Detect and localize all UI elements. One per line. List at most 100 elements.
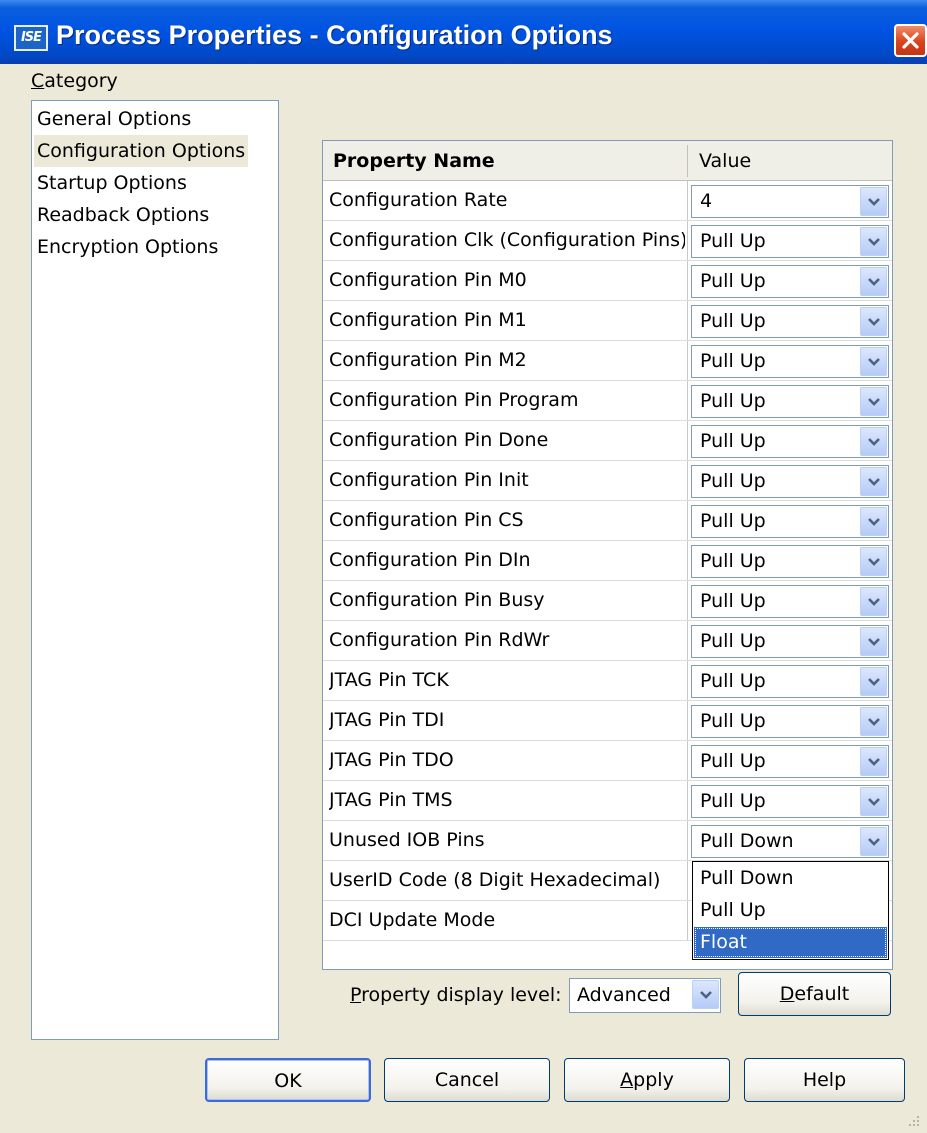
table-row[interactable]: JTAG Pin TCK Pull Up bbox=[323, 661, 892, 701]
window-title: Process Properties - Configuration Optio… bbox=[56, 20, 613, 50]
display-level-label-accel: P bbox=[350, 984, 362, 1006]
property-value-select[interactable]: Pull Up bbox=[691, 345, 889, 378]
ok-button[interactable]: OK bbox=[205, 1058, 371, 1102]
value-dropdown-button[interactable] bbox=[860, 187, 887, 216]
cancel-button[interactable]: Cancel bbox=[384, 1058, 550, 1102]
category-list[interactable]: General Options Configuration Options St… bbox=[31, 100, 279, 1040]
value-dropdown-button[interactable] bbox=[860, 267, 887, 296]
column-divider bbox=[687, 581, 688, 620]
value-dropdown-button[interactable] bbox=[860, 547, 887, 576]
column-header-property-name[interactable]: Property Name bbox=[333, 150, 495, 172]
value-dropdown-button[interactable] bbox=[860, 667, 887, 696]
display-level-dropdown-button[interactable] bbox=[692, 980, 719, 1009]
property-name: JTAG Pin TDI bbox=[329, 709, 445, 731]
column-divider bbox=[687, 461, 688, 500]
property-grid[interactable]: Property Name Value Configuration Rate 4 C… bbox=[322, 140, 893, 970]
value-dropdown-list[interactable]: Pull Down Pull Up Float bbox=[692, 861, 889, 960]
property-value: Pull Up bbox=[700, 230, 766, 252]
property-value-select[interactable]: Pull Up bbox=[691, 305, 889, 338]
chevron-down-icon bbox=[868, 278, 880, 286]
dropdown-option-float[interactable]: Float bbox=[694, 927, 887, 958]
value-dropdown-button[interactable] bbox=[860, 747, 887, 776]
property-name: UserID Code (8 Digit Hexadecimal) bbox=[329, 869, 661, 891]
category-item-configuration[interactable]: Configuration Options bbox=[34, 135, 249, 167]
table-row[interactable]: Configuration Rate 4 bbox=[323, 181, 892, 221]
value-dropdown-button[interactable] bbox=[860, 507, 887, 536]
table-row[interactable]: Configuration Clk (Configuration Pins) Pu… bbox=[323, 221, 892, 261]
value-dropdown-button[interactable] bbox=[860, 467, 887, 496]
property-value-select[interactable]: Pull Up bbox=[691, 465, 889, 498]
apply-button-accel: A bbox=[620, 1069, 634, 1091]
property-value-select[interactable]: Pull Up bbox=[691, 625, 889, 658]
property-value-select[interactable]: Pull Up bbox=[691, 225, 889, 258]
category-label-rest: ategory bbox=[44, 70, 118, 92]
value-dropdown-button[interactable] bbox=[860, 427, 887, 456]
property-name: Configuration Clk (Configuration Pins) bbox=[329, 229, 685, 251]
display-level-select[interactable]: Advanced bbox=[569, 978, 721, 1013]
table-row[interactable]: Configuration Pin RdWr Pull Up bbox=[323, 621, 892, 661]
value-dropdown-button[interactable] bbox=[860, 787, 887, 816]
column-divider bbox=[687, 781, 688, 820]
table-row[interactable]: Unused IOB Pins Pull Down bbox=[323, 821, 892, 861]
chevron-down-icon bbox=[868, 678, 880, 686]
property-value-select[interactable]: Pull Up bbox=[691, 265, 889, 298]
table-row[interactable]: Configuration Pin Busy Pull Up bbox=[323, 581, 892, 621]
table-row[interactable]: Configuration Pin M1 Pull Up bbox=[323, 301, 892, 341]
property-value-select[interactable]: Pull Up bbox=[691, 585, 889, 618]
property-value-select[interactable]: Pull Up bbox=[691, 665, 889, 698]
category-item-startup[interactable]: Startup Options bbox=[34, 167, 190, 199]
column-divider[interactable] bbox=[687, 145, 688, 177]
column-divider bbox=[687, 421, 688, 460]
value-dropdown-button[interactable] bbox=[860, 827, 887, 856]
value-dropdown-button[interactable] bbox=[860, 307, 887, 336]
property-value: Pull Up bbox=[700, 630, 766, 652]
property-value-select[interactable]: Pull Up bbox=[691, 385, 889, 418]
property-value: Pull Up bbox=[700, 750, 766, 772]
property-name: JTAG Pin TCK bbox=[329, 669, 449, 691]
table-row[interactable]: Configuration Pin M0 Pull Up bbox=[323, 261, 892, 301]
property-value-select[interactable]: Pull Up bbox=[691, 505, 889, 538]
value-dropdown-button[interactable] bbox=[860, 387, 887, 416]
dropdown-option-pull-up[interactable]: Pull Up bbox=[694, 895, 887, 926]
column-header-value[interactable]: Value bbox=[699, 150, 751, 172]
property-name: Configuration Pin Busy bbox=[329, 589, 545, 611]
property-name: Configuration Pin M2 bbox=[329, 349, 527, 371]
property-value-select[interactable]: Pull Up bbox=[691, 545, 889, 578]
property-value-select[interactable]: Pull Up bbox=[691, 745, 889, 778]
chevron-down-icon bbox=[868, 358, 880, 366]
property-value: Pull Down bbox=[700, 830, 794, 852]
table-row[interactable]: Configuration Pin DIn Pull Up bbox=[323, 541, 892, 581]
property-value-select[interactable]: 4 bbox=[691, 185, 889, 218]
help-button[interactable]: Help bbox=[744, 1058, 905, 1102]
property-value-select[interactable]: Pull Up bbox=[691, 785, 889, 818]
property-value-select[interactable]: Pull Down bbox=[691, 825, 889, 858]
category-item-general[interactable]: General Options bbox=[34, 103, 194, 135]
table-row[interactable]: Configuration Pin Done Pull Up bbox=[323, 421, 892, 461]
property-name: Configuration Pin M1 bbox=[329, 309, 527, 331]
table-row[interactable]: Configuration Pin Program Pull Up bbox=[323, 381, 892, 421]
default-button[interactable]: Default bbox=[738, 972, 891, 1016]
close-button[interactable] bbox=[894, 24, 927, 57]
resize-grip-icon[interactable] bbox=[905, 1112, 921, 1128]
value-dropdown-button[interactable] bbox=[860, 627, 887, 656]
category-item-encryption[interactable]: Encryption Options bbox=[34, 231, 221, 263]
title-bar[interactable]: ISE Process Properties - Configuration O… bbox=[0, 0, 927, 64]
apply-button[interactable]: Apply bbox=[564, 1058, 730, 1102]
table-row[interactable]: Configuration Pin Init Pull Up bbox=[323, 461, 892, 501]
dropdown-option-pull-down[interactable]: Pull Down bbox=[694, 863, 887, 894]
chevron-down-icon bbox=[868, 558, 880, 566]
table-row[interactable]: Configuration Pin M2 Pull Up bbox=[323, 341, 892, 381]
value-dropdown-button[interactable] bbox=[860, 227, 887, 256]
chevron-down-icon bbox=[868, 718, 880, 726]
table-row[interactable]: JTAG Pin TMS Pull Up bbox=[323, 781, 892, 821]
value-dropdown-button[interactable] bbox=[860, 587, 887, 616]
table-row[interactable]: JTAG Pin TDI Pull Up bbox=[323, 701, 892, 741]
category-item-readback[interactable]: Readback Options bbox=[34, 199, 212, 231]
property-name: Configuration Pin Init bbox=[329, 469, 529, 491]
property-value-select[interactable]: Pull Up bbox=[691, 705, 889, 738]
property-value-select[interactable]: Pull Up bbox=[691, 425, 889, 458]
value-dropdown-button[interactable] bbox=[860, 347, 887, 376]
table-row[interactable]: Configuration Pin CS Pull Up bbox=[323, 501, 892, 541]
value-dropdown-button[interactable] bbox=[860, 707, 887, 736]
table-row[interactable]: JTAG Pin TDO Pull Up bbox=[323, 741, 892, 781]
